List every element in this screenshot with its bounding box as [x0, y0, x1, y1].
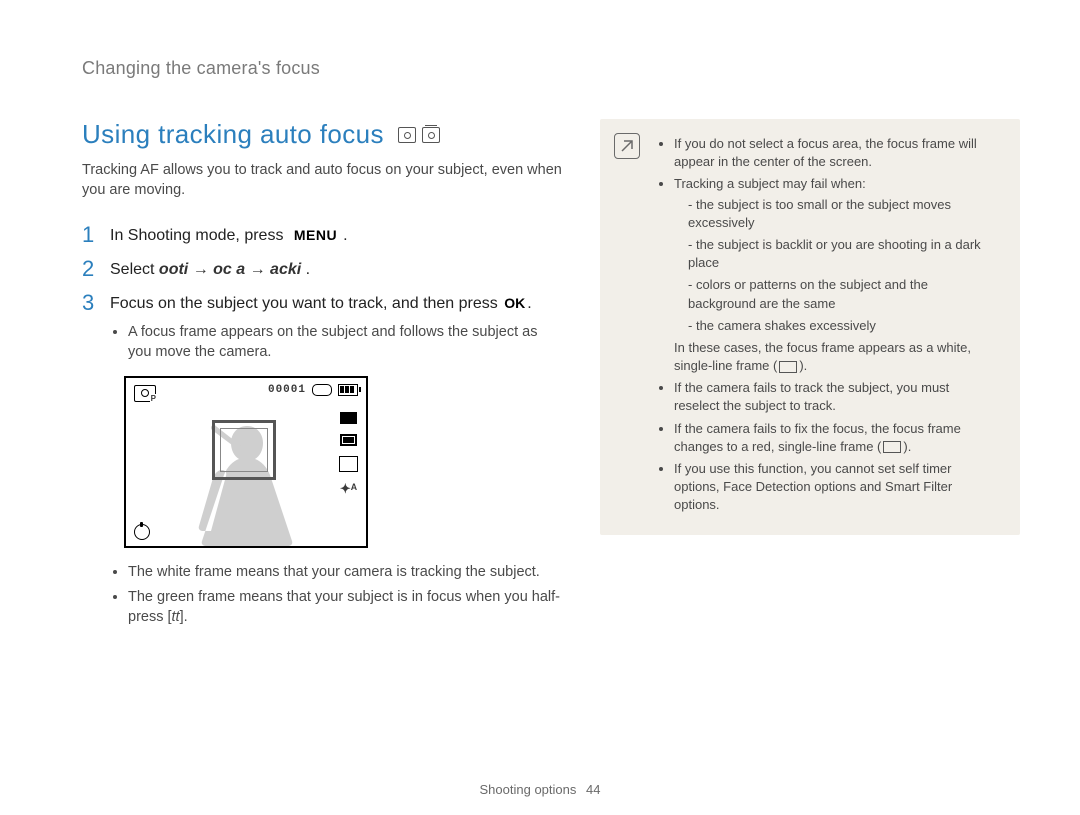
after-lcd-bullets: The white frame means that your camera i… [110, 562, 564, 627]
video-mode-icon [422, 127, 440, 143]
camera-mode-icon [398, 127, 416, 143]
step-3: 3 Focus on the subject you want to track… [82, 291, 564, 315]
note-item-text: Tracking a subject may fail when: [674, 176, 866, 191]
breadcrumb: Changing the camera's focus [82, 58, 1020, 79]
lcd-illustration: P 00001 ✦ᴬ [124, 376, 368, 548]
note-item: Tracking a subject may fail when: the su… [674, 175, 998, 375]
step-text: Focus on the subject you want to track, … [110, 291, 532, 315]
ok-key-label: OK [502, 295, 527, 311]
note-item-pre: If the camera fails to fix the focus, th… [674, 421, 961, 454]
page-footer: Shooting options 44 [0, 782, 1080, 797]
lcd-flash-icon: ✦ᴬ [340, 482, 357, 495]
note-box: If you do not select a focus area, the f… [600, 119, 1020, 535]
bullet: The green frame means that your subject … [128, 587, 564, 628]
note-after-text: In these cases, the focus frame appears … [674, 340, 971, 373]
lcd-mode-icon: P [134, 385, 156, 402]
step-number: 1 [82, 223, 110, 247]
lcd-indicator-2 [340, 434, 357, 446]
note-sublist: the subject is too small or the subject … [674, 196, 998, 335]
note-subitem: the camera shakes excessively [688, 317, 998, 335]
step-text: In Shooting mode, press MENU. [110, 223, 348, 247]
note-item: If you use this function, you cannot set… [674, 460, 998, 515]
section-title-row: Using tracking auto focus [82, 119, 564, 150]
note-item-post: ). [903, 439, 911, 454]
menu-key-label: MENU [288, 226, 343, 246]
lcd-indicator-1 [340, 412, 357, 424]
note-item: If the camera fails to fix the focus, th… [674, 420, 998, 456]
section-intro: Tracking AF allows you to track and auto… [82, 160, 564, 201]
lcd-indicator-3 [339, 456, 358, 472]
bullet: The white frame means that your camera i… [128, 562, 564, 582]
step-text-pre: Focus on the subject you want to track, … [110, 295, 502, 312]
note-subitem: the subject is backlit or you are shooti… [688, 236, 998, 272]
note-list: If you do not select a focus area, the f… [658, 135, 998, 515]
lcd-battery-icon [338, 384, 358, 396]
note-subitem: the subject is too small or the subject … [688, 196, 998, 232]
focus-frame [212, 420, 276, 480]
step-number: 3 [82, 291, 110, 315]
lcd-right-indicators: ✦ᴬ [339, 412, 358, 495]
footer-section: Shooting options [480, 782, 577, 797]
note-item: If you do not select a focus area, the f… [674, 135, 998, 171]
step3-bullets: A focus frame appears on the subject and… [110, 322, 564, 363]
step-text-pre: In Shooting mode, press [110, 227, 288, 244]
bullet: A focus frame appears on the subject and… [128, 322, 564, 363]
note-icon [614, 133, 640, 159]
note-subitem: colors or patterns on the subject and th… [688, 276, 998, 312]
section-title: Using tracking auto focus [82, 119, 384, 150]
mode-icons [398, 127, 440, 143]
step-text-post: . [301, 261, 310, 278]
left-column: Using tracking auto focus Tracking AF al… [82, 119, 564, 637]
bullet-text: The green frame means that your subject … [128, 589, 560, 625]
step-text-post: . [527, 295, 531, 312]
step-text-post: . [343, 227, 347, 244]
frame-glyph-icon [779, 361, 797, 373]
step-text-pre: Select [110, 261, 159, 278]
lcd-counter: 00001 [268, 384, 306, 396]
right-column: If you do not select a focus area, the f… [600, 119, 1020, 535]
footer-page-number: 44 [586, 782, 600, 797]
step-text: Select ooti → oc a → acki . [110, 257, 310, 281]
step-list: 1 In Shooting mode, press MENU. 2 Select… [82, 223, 564, 316]
lcd-size-icon [312, 384, 332, 396]
step-number: 2 [82, 257, 110, 281]
step-2: 2 Select ooti → oc a → acki . [82, 257, 564, 281]
lcd-stabilizer-icon [134, 524, 150, 538]
note-item: If the camera fails to track the subject… [674, 379, 998, 415]
step-text-italic: ooti → oc a → acki [159, 261, 301, 278]
lcd-top-right-indicators: 00001 [268, 384, 358, 396]
step-1: 1 In Shooting mode, press MENU. [82, 223, 564, 247]
frame-glyph-icon [883, 441, 901, 453]
